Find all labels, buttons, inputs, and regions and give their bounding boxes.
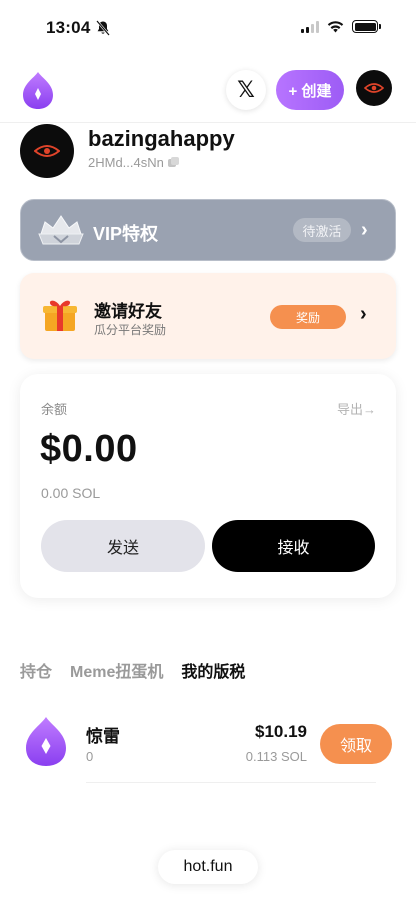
token-count: 0	[86, 749, 94, 764]
x-social-button[interactable]: 𝕏	[226, 70, 266, 110]
royalty-usd: $10.19	[255, 722, 307, 741]
tab-holdings[interactable]: 持仓	[20, 658, 52, 682]
profile-avatar[interactable]	[20, 124, 74, 178]
claim-button[interactable]: 领取	[320, 724, 392, 764]
top-nav: 𝕏 + 创建	[0, 66, 416, 114]
eye-logo-icon	[34, 145, 60, 157]
eye-logo-icon	[364, 83, 384, 93]
send-button[interactable]: 发送	[41, 520, 205, 572]
token-logo-icon	[26, 717, 66, 766]
invite-subtitle: 瓜分平台奖励	[94, 323, 167, 337]
receive-button[interactable]: 接收	[212, 520, 375, 572]
vip-privileges-card[interactable]: VIP特权 待激活 ›	[20, 199, 396, 261]
export-link[interactable]: 导出→	[337, 399, 376, 418]
balance-card: 余额 导出→ $0.00 0.00 SOL 发送 接收	[20, 374, 396, 598]
chevron-right-icon: ›	[361, 219, 368, 241]
portfolio-tabs: 持仓 Meme扭蛋机 我的版税	[20, 658, 245, 682]
token-name: 惊雷	[86, 727, 120, 746]
cellular-signal-icon	[301, 20, 319, 33]
invite-title: 邀请好友	[94, 302, 162, 321]
gift-icon	[43, 300, 77, 331]
chevron-right-icon: ›	[360, 303, 367, 325]
copy-icon[interactable]	[167, 157, 179, 168]
reward-badge: 奖励	[270, 305, 346, 329]
username: bazingahappy	[88, 126, 235, 151]
status-bar: 13:04	[0, 0, 416, 56]
balance-sol: 0.00 SOL	[41, 485, 101, 501]
x-logo-icon: 𝕏	[237, 77, 255, 102]
site-label[interactable]: hot.fun	[158, 850, 258, 884]
vip-status-badge: 待激活	[293, 218, 351, 242]
tab-meme-gacha[interactable]: Meme扭蛋机	[70, 658, 163, 682]
flame-logo-icon[interactable]	[20, 70, 56, 110]
list-item: 惊雷 0 $10.19 0.113 SOL 领取	[20, 712, 396, 778]
invite-friends-card[interactable]: 邀请好友 瓜分平台奖励 奖励 ›	[20, 273, 396, 359]
status-time: 13:04	[46, 18, 91, 37]
wifi-icon	[327, 21, 344, 33]
balance-usd: $0.00	[40, 428, 138, 470]
status-indicators	[301, 20, 381, 33]
vip-crown-icon	[38, 215, 84, 245]
battery-icon	[352, 20, 381, 33]
avatar[interactable]	[356, 70, 392, 106]
royalty-sol: 0.113 SOL	[245, 749, 307, 764]
nav-divider	[0, 122, 416, 123]
wallet-address[interactable]: 2HMd...4sNn	[88, 155, 179, 170]
vip-label: VIP特权	[93, 224, 159, 244]
create-button[interactable]: + 创建	[276, 70, 344, 110]
wallet-address-text: 2HMd...4sNn	[88, 155, 164, 170]
bell-off-icon	[96, 20, 110, 36]
divider	[86, 782, 376, 783]
tab-my-royalties[interactable]: 我的版税	[181, 658, 245, 682]
balance-label: 余额	[41, 402, 68, 417]
